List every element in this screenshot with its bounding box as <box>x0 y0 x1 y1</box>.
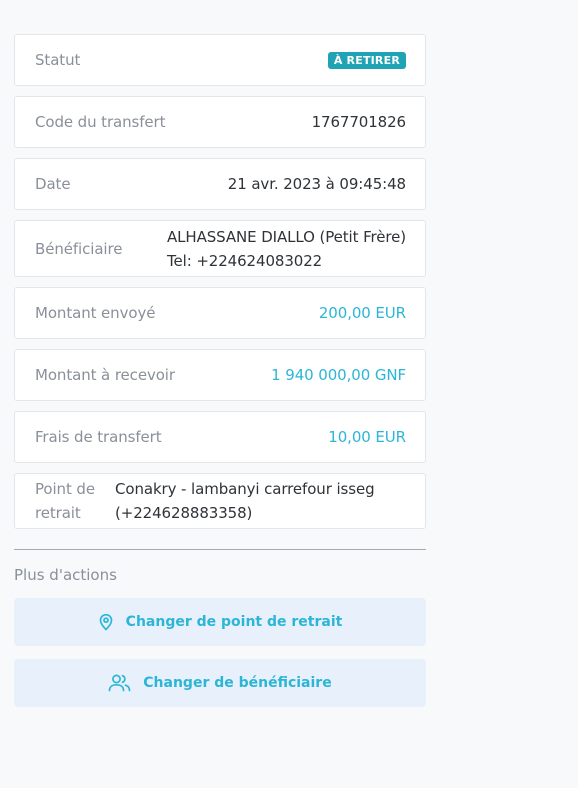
more-actions-title: Plus d'actions <box>14 566 117 584</box>
date-row: Date 21 avr. 2023 à 09:45:48 <box>14 158 426 210</box>
amount-received-value: 1 940 000,00 GNF <box>271 366 406 384</box>
pickup-point-address: Conakry - lambanyi carrefour isseg <box>115 480 375 498</box>
beneficiary-value: ALHASSANE DIALLO (Petit Frère) Tel: +224… <box>167 225 406 273</box>
date-label: Date <box>35 175 71 193</box>
change-beneficiary-button[interactable]: Changer de bénéficiaire <box>14 659 426 707</box>
transfer-code-label: Code du transfert <box>35 113 166 131</box>
change-pickup-point-label: Changer de point de retrait <box>125 614 343 630</box>
status-label: Statut <box>35 51 81 69</box>
transfer-code-value: 1767701826 <box>311 113 407 131</box>
users-icon <box>108 674 131 692</box>
divider <box>14 549 426 550</box>
change-beneficiary-label: Changer de bénéficiaire <box>143 675 332 691</box>
fees-value: 10,00 EUR <box>328 428 406 446</box>
status-row: Statut À RETIRER <box>14 34 426 86</box>
amount-received-row: Montant à recevoir 1 940 000,00 GNF <box>14 349 426 401</box>
pickup-point-label-line2: retrait <box>35 504 81 522</box>
transfer-code-row: Code du transfert 1767701826 <box>14 96 426 148</box>
beneficiary-phone: Tel: +224624083022 <box>166 251 323 270</box>
amount-sent-label: Montant envoyé <box>35 304 156 322</box>
amount-received-label: Montant à recevoir <box>35 366 175 384</box>
pickup-point-label-line1: Point de <box>35 480 95 498</box>
amount-sent-value: 200,00 EUR <box>318 304 406 322</box>
beneficiary-row: Bénéficiaire ALHASSANE DIALLO (Petit Frè… <box>14 220 426 277</box>
date-value: 21 avr. 2023 à 09:45:48 <box>227 175 406 193</box>
change-pickup-point-button[interactable]: Changer de point de retrait <box>14 598 426 646</box>
amount-sent-row: Montant envoyé 200,00 EUR <box>14 287 426 339</box>
fees-row: Frais de transfert 10,00 EUR <box>14 411 426 463</box>
pickup-point-phone: (+224628883358) <box>115 504 253 522</box>
transfer-details: Statut À RETIRER Code du transfert 17677… <box>14 34 426 720</box>
status-badge: À RETIRER <box>327 51 406 69</box>
fees-label: Frais de transfert <box>35 428 162 446</box>
pickup-point-value: Conakry - lambanyi carrefour isseg (+224… <box>107 477 415 525</box>
beneficiary-label: Bénéficiaire <box>35 239 123 258</box>
pickup-point-row: Point de retrait Conakry - lambanyi carr… <box>14 473 426 529</box>
map-pin-icon <box>99 613 113 631</box>
pickup-point-label: Point de retrait <box>35 477 107 525</box>
beneficiary-name: ALHASSANE DIALLO (Petit Frère) <box>166 227 406 246</box>
